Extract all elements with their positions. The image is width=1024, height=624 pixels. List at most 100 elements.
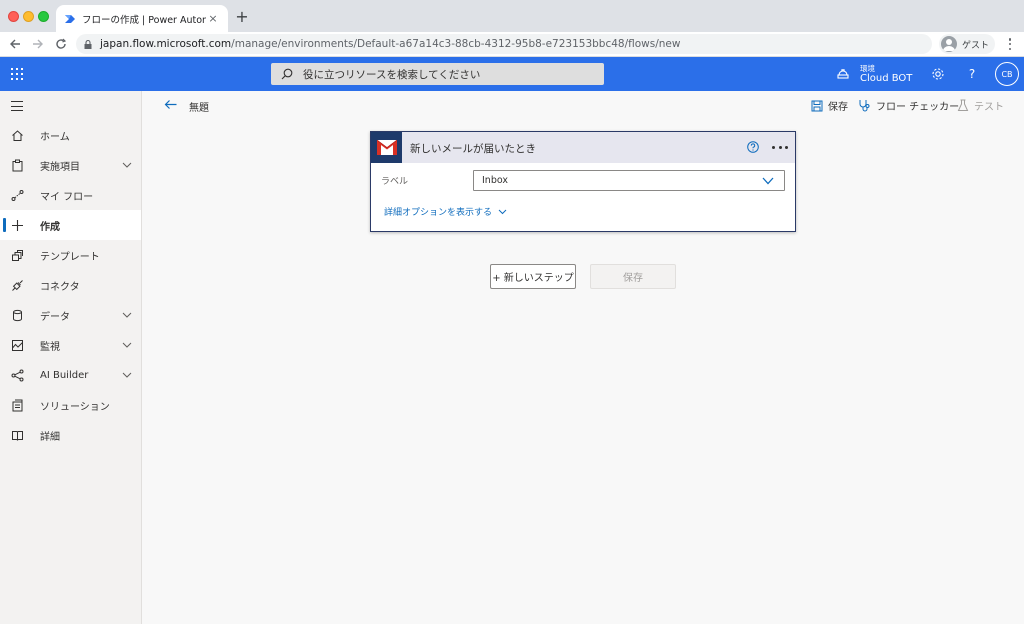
url-input[interactable]: japan.flow.microsoft.com/manage/environm…: [76, 34, 932, 54]
home-icon: [12, 129, 23, 141]
sidebar-item-my-flows[interactable]: マイ フロー: [0, 180, 141, 210]
sidebar-item-label: 詳細: [40, 431, 60, 443]
browser-menu-icon[interactable]: [1004, 36, 1016, 52]
trigger-card[interactable]: 新しいメールが届いたとき ラベル Inbox 詳細オプションを表示する: [370, 131, 796, 232]
profile-label: ゲスト: [962, 40, 990, 51]
chevron-down-icon: [498, 209, 507, 214]
environment-label: 環境: [860, 63, 875, 73]
monitor-icon: [12, 339, 23, 351]
chevron-down-icon: [762, 177, 774, 185]
sidebar-item-label: テンプレート: [40, 251, 100, 263]
sidebar-item-templates[interactable]: テンプレート: [0, 240, 141, 270]
chevron-down-icon: [122, 342, 132, 348]
label-field-label: ラベル: [381, 177, 409, 187]
flow-canvas: 新しいメールが届いたとき ラベル Inbox 詳細オプションを表示する + 新し…: [142, 119, 1024, 624]
profile-button[interactable]: ゲスト: [939, 34, 995, 54]
back-arrow-icon[interactable]: [6, 35, 24, 53]
sidebar-item-label: 作成: [40, 221, 60, 233]
sidebar-item-create[interactable]: 作成: [0, 210, 141, 240]
hamburger-menu-icon[interactable]: [11, 101, 23, 111]
database-icon: [13, 309, 22, 321]
environment-picker[interactable]: 環境 Cloud BOT: [836, 62, 912, 86]
help-icon[interactable]: ?: [964, 66, 980, 82]
plus-icon: [12, 219, 23, 231]
sidebar-item-action-items[interactable]: 実施項目: [0, 150, 141, 180]
power-automate-favicon-icon: [65, 14, 75, 23]
trigger-card-header[interactable]: 新しいメールが届いたとき: [371, 132, 795, 163]
app-launcher-icon[interactable]: [11, 68, 23, 80]
environment-icon: [837, 69, 849, 79]
chevron-down-icon: [122, 162, 132, 168]
browser-tab[interactable]: フローの作成 | Power Automate ×: [56, 5, 228, 32]
sidebar-item-label: データ: [40, 311, 70, 323]
lock-icon: [84, 39, 92, 49]
sidebar-item-solutions[interactable]: ソリューション: [0, 390, 141, 420]
label-dropdown-value: Inbox: [482, 175, 508, 186]
sidebar-item-home[interactable]: ホーム: [0, 120, 141, 150]
ai-builder-icon: [11, 369, 24, 381]
sidebar-item-label: 監視: [40, 341, 60, 353]
connector-icon: [12, 279, 23, 291]
gmail-logo-icon: [371, 132, 402, 163]
save-icon: [811, 100, 823, 111]
save-button[interactable]: 保存: [590, 264, 676, 289]
user-avatar[interactable]: CB: [995, 62, 1019, 86]
app-header: 役に立つリソースを検索してください 環境 Cloud BOT ? CB: [0, 57, 1024, 91]
search-box[interactable]: 役に立つリソースを検索してください: [271, 63, 604, 85]
sidebar-item-monitor[interactable]: 監視: [0, 330, 141, 360]
sidebar-item-connectors[interactable]: コネクタ: [0, 270, 141, 300]
flow-checker-button[interactable]: フロー チェッカー: [858, 98, 959, 113]
minimize-window-button[interactable]: [23, 11, 34, 22]
sidebar-item-label: ホーム: [40, 131, 70, 143]
flow-icon: [11, 189, 24, 201]
sidebar-item-data[interactable]: データ: [0, 300, 141, 330]
search-icon: [281, 68, 293, 80]
profile-avatar-icon: [941, 36, 957, 52]
back-arrow-icon[interactable]: [164, 99, 177, 110]
save-command-label: 保存: [828, 102, 848, 113]
sidebar-item-label: AI Builder: [40, 369, 89, 381]
test-button[interactable]: テスト: [957, 98, 1004, 113]
more-options-icon[interactable]: [772, 146, 788, 150]
new-step-button[interactable]: + 新しいステップ: [490, 264, 576, 289]
flow-title[interactable]: 無題: [189, 99, 209, 114]
maximize-window-button[interactable]: [38, 11, 49, 22]
flask-icon: [957, 99, 969, 111]
reload-icon[interactable]: [52, 35, 70, 53]
url-text: japan.flow.microsoft.com/manage/environm…: [100, 38, 680, 50]
sidebar-item-learn[interactable]: 詳細: [0, 420, 141, 450]
trigger-card-title: 新しいメールが届いたとき: [410, 143, 536, 155]
template-icon: [12, 249, 23, 261]
url-path: /manage/environments/Default-a67a14c3-88…: [231, 38, 681, 50]
close-window-button[interactable]: [8, 11, 19, 22]
address-bar: japan.flow.microsoft.com/manage/environm…: [0, 32, 1024, 57]
browser-tab-bar: フローの作成 | Power Automate × +: [0, 0, 1024, 32]
sidebar: ホーム 実施項目 マイ フロー 作成 テンプレート コネクタ データ 監視 AI…: [0, 91, 142, 624]
flow-checker-label: フロー チェッカー: [876, 102, 960, 113]
new-tab-button[interactable]: +: [234, 8, 250, 26]
help-circle-icon[interactable]: [747, 141, 759, 153]
sidebar-item-label: コネクタ: [40, 281, 80, 293]
test-label: テスト: [974, 102, 1004, 113]
forward-arrow-icon[interactable]: [29, 35, 47, 53]
chevron-down-icon: [122, 312, 132, 318]
show-advanced-options-label: 詳細オプションを表示する: [384, 208, 493, 218]
save-command-button[interactable]: 保存: [811, 98, 848, 113]
search-placeholder: 役に立つリソースを検索してください: [303, 68, 481, 81]
show-advanced-options-link[interactable]: 詳細オプションを表示する: [384, 205, 507, 218]
sidebar-item-label: 実施項目: [40, 161, 80, 173]
url-host: japan.flow.microsoft.com: [100, 38, 232, 50]
sidebar-item-label: ソリューション: [40, 401, 110, 413]
sidebar-item-ai-builder[interactable]: AI Builder: [0, 360, 141, 390]
clipboard-icon: [12, 159, 23, 171]
command-bar: 無題 保存 フロー チェッカー テスト: [142, 91, 1024, 119]
book-icon: [12, 430, 23, 441]
stethoscope-icon: [859, 100, 870, 112]
label-dropdown[interactable]: Inbox: [473, 170, 785, 191]
environment-name: Cloud BOT: [860, 72, 913, 84]
settings-gear-icon[interactable]: [930, 66, 946, 82]
chevron-down-icon: [122, 372, 132, 378]
solution-icon: [12, 399, 23, 411]
sidebar-item-label: マイ フロー: [40, 191, 94, 203]
tab-close-icon[interactable]: ×: [206, 12, 220, 25]
